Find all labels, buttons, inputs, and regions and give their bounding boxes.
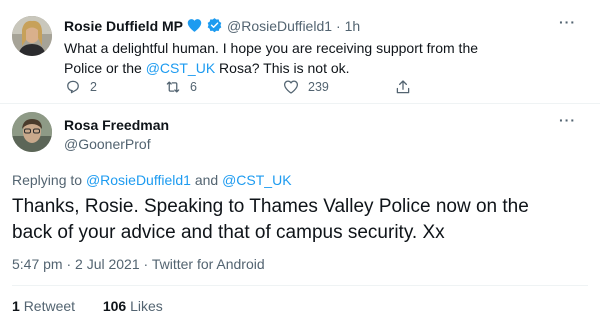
tweet-stats: 1 Retweet 106 Likes [12, 298, 163, 314]
retweet-button[interactable]: 6 [164, 78, 197, 96]
reply-count: 2 [90, 80, 97, 94]
retweet-icon [166, 81, 180, 93]
share-button[interactable] [394, 78, 412, 96]
replying-prefix: Replying to [12, 172, 86, 188]
tweet-actions: 2 6 239 [56, 78, 416, 98]
like-button[interactable]: 239 [282, 78, 329, 96]
reply-tweet-header: Rosie Duffield MP @RosieDuffield1 · 1h [64, 17, 360, 34]
share-icon [396, 80, 410, 94]
mention-link[interactable]: @CST_UK [222, 172, 291, 188]
avatar[interactable] [12, 112, 52, 152]
timestamp[interactable]: · 1h [336, 18, 360, 34]
display-name[interactable]: Rosie Duffield MP [64, 18, 183, 34]
handle[interactable]: @RosieDuffield1 [227, 18, 332, 34]
mention-link[interactable]: @CST_UK [146, 60, 215, 76]
like-icon [283, 80, 299, 94]
mention-link[interactable]: @RosieDuffield1 [86, 172, 191, 188]
retweets-label[interactable]: Retweet [24, 298, 75, 314]
retweets-count[interactable]: 1 [12, 298, 20, 314]
likes-count[interactable]: 106 [103, 298, 126, 314]
reply-icon [67, 80, 79, 94]
likes-label[interactable]: Likes [130, 298, 163, 314]
reply-tweet-text: What a delightful human. I hope you are … [64, 38, 484, 78]
replying-and: and [190, 172, 223, 188]
verified-icon [206, 17, 223, 34]
more-icon[interactable]: ··· [559, 14, 576, 30]
retweet-count: 6 [190, 80, 197, 94]
blue-heart-icon [186, 17, 203, 34]
like-count: 239 [308, 80, 329, 94]
reply-tweet[interactable]: Rosie Duffield MP @RosieDuffield1 · 1h ·… [0, 0, 600, 104]
tweet-text-part: Rosa? This is not ok. [215, 60, 350, 76]
handle[interactable]: @GoonerProf [64, 135, 169, 154]
display-name[interactable]: Rosa Freedman [64, 116, 169, 135]
avatar[interactable] [12, 16, 52, 56]
divider [12, 285, 588, 286]
main-tweet-text: Thanks, Rosie. Speaking to Thames Valley… [12, 196, 529, 243]
tweet-metadata[interactable]: 5:47 pm · 2 Jul 2021 · Twitter for Andro… [12, 256, 265, 272]
main-tweet-header: Rosa Freedman @GoonerProf [64, 116, 169, 154]
reply-button[interactable]: 2 [64, 78, 97, 96]
replying-to: Replying to @RosieDuffield1 and @CST_UK [12, 172, 292, 188]
more-icon[interactable]: ··· [559, 112, 576, 128]
